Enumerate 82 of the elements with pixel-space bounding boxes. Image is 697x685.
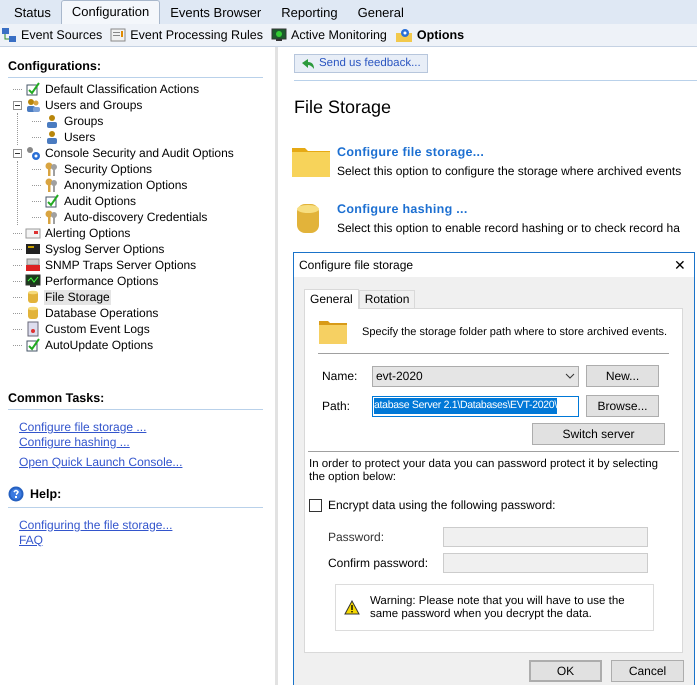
link[interactable]: Configure hashing ... — [19, 435, 130, 450]
tree-item[interactable]: Syslog Server Options — [44, 242, 166, 256]
option-description: Select this option to enable record hashing or to check record ha — [337, 220, 680, 236]
warning-icon — [344, 600, 360, 615]
tree-item[interactable]: Alerting Options — [44, 226, 132, 240]
checkbox[interactable] — [309, 498, 322, 512]
tree-item[interactable]: Security Options — [63, 162, 154, 176]
name-dropdown[interactable]: evt-2020 — [372, 366, 579, 386]
tree-item[interactable]: Users and Groups — [44, 98, 144, 112]
toolbar-button[interactable]: Event Processing Rules — [110, 26, 263, 44]
path-field[interactable]: atabase Server 2.1\Databases\EVT-2020\ — [372, 396, 579, 416]
tree-item[interactable]: Auto-discovery Credentials — [63, 210, 208, 224]
toolbar-button[interactable]: Active Monitoring — [271, 26, 387, 44]
chevron-down-icon — [565, 373, 575, 379]
tree-item[interactable]: SNMP Traps Server Options — [44, 258, 198, 272]
tree-item[interactable]: AutoUpdate Options — [44, 338, 154, 352]
monitor-icon — [25, 273, 41, 289]
database-icon — [25, 305, 41, 321]
collapse-toggle[interactable] — [13, 148, 22, 158]
arrow-icon — [301, 58, 315, 70]
section-heading: Common Tasks: — [8, 391, 106, 406]
tree-item[interactable]: Audit Options — [63, 194, 138, 208]
toolbar-button[interactable]: Options — [394, 26, 464, 44]
tab[interactable]: General — [348, 2, 414, 24]
tree-item[interactable]: Performance Options — [44, 274, 160, 288]
database-icon — [25, 289, 41, 305]
keys-icon — [44, 209, 60, 225]
document-icon — [25, 321, 41, 337]
tab[interactable]: Reporting — [271, 2, 348, 24]
list-icon — [110, 27, 126, 43]
close-button[interactable]: ✕ — [672, 254, 688, 276]
tree-item[interactable]: Anonymization Options — [63, 178, 188, 192]
option-description: Select this option to configure the storage where archived events — [337, 162, 682, 180]
tab[interactable]: Status — [4, 2, 61, 24]
toolbar-button[interactable]: Event Sources — [1, 26, 102, 44]
tab[interactable]: Rotation — [358, 290, 416, 308]
dialog-title: Configure file storage — [299, 257, 414, 274]
option-link[interactable]: Configure file storage... — [337, 143, 682, 162]
cancel-button[interactable]: Cancel — [611, 660, 684, 682]
link[interactable]: Configure file storage ... — [19, 420, 146, 435]
page-title: File Storage — [294, 96, 392, 118]
field-label: Confirm password: — [328, 555, 430, 572]
checklist-icon — [25, 81, 41, 97]
ok-button[interactable]: OK — [529, 660, 602, 682]
link[interactable]: Open Quick Launch Console... — [19, 455, 182, 470]
help-icon — [8, 486, 24, 502]
user-icon — [44, 129, 60, 145]
tree-item[interactable]: File Storage — [44, 290, 111, 304]
checklist-icon — [25, 337, 41, 353]
section-heading: Help: — [30, 486, 62, 503]
monitor-icon — [271, 27, 287, 43]
new-button[interactable]: New... — [586, 365, 659, 387]
protect-text: In order to protect your data you can password protect it by selecting the option below: — [309, 458, 660, 484]
tree-item[interactable]: Users — [63, 130, 96, 144]
keys-icon — [44, 161, 60, 177]
checklist-icon — [44, 193, 60, 209]
intro-text: Specify the storage folder path where to store archived events. — [362, 324, 668, 340]
tree-item[interactable]: Database Operations — [44, 306, 160, 320]
tree-item[interactable]: Groups — [63, 114, 104, 128]
link[interactable]: FAQ — [19, 532, 44, 548]
tab[interactable]: Configuration — [60, 0, 160, 24]
section-heading: Configurations: — [8, 59, 102, 74]
warning-text: Warning: Please note that you will have to use the same password when you decrypt the data. — [370, 594, 626, 620]
field-label: Path: — [321, 398, 352, 415]
tree-item[interactable]: Default Classification Actions — [44, 82, 200, 96]
field-label: Password: — [328, 529, 386, 546]
gear-folder-icon — [394, 27, 413, 43]
tab[interactable]: Events Browser — [160, 2, 272, 24]
network-icon — [1, 27, 17, 43]
collapse-toggle[interactable] — [13, 100, 22, 110]
feedback-button[interactable]: Send us feedback... — [294, 54, 428, 73]
browse-button[interactable]: Browse... — [586, 395, 659, 417]
switch-server-button[interactable]: Switch server — [532, 423, 665, 445]
link[interactable]: Configuring the file storage... — [19, 518, 172, 533]
tree-item[interactable]: Custom Event Logs — [44, 322, 151, 336]
tab[interactable]: General — [304, 289, 359, 309]
checkbox-label: Encrypt data using the following password: — [328, 497, 556, 514]
tree-item[interactable]: Console Security and Audit Options — [44, 146, 235, 160]
field-label: Name: — [321, 368, 358, 385]
option-link[interactable]: Configure hashing ... — [337, 200, 680, 218]
keys-icon — [44, 177, 60, 193]
folder-icon — [318, 319, 348, 345]
